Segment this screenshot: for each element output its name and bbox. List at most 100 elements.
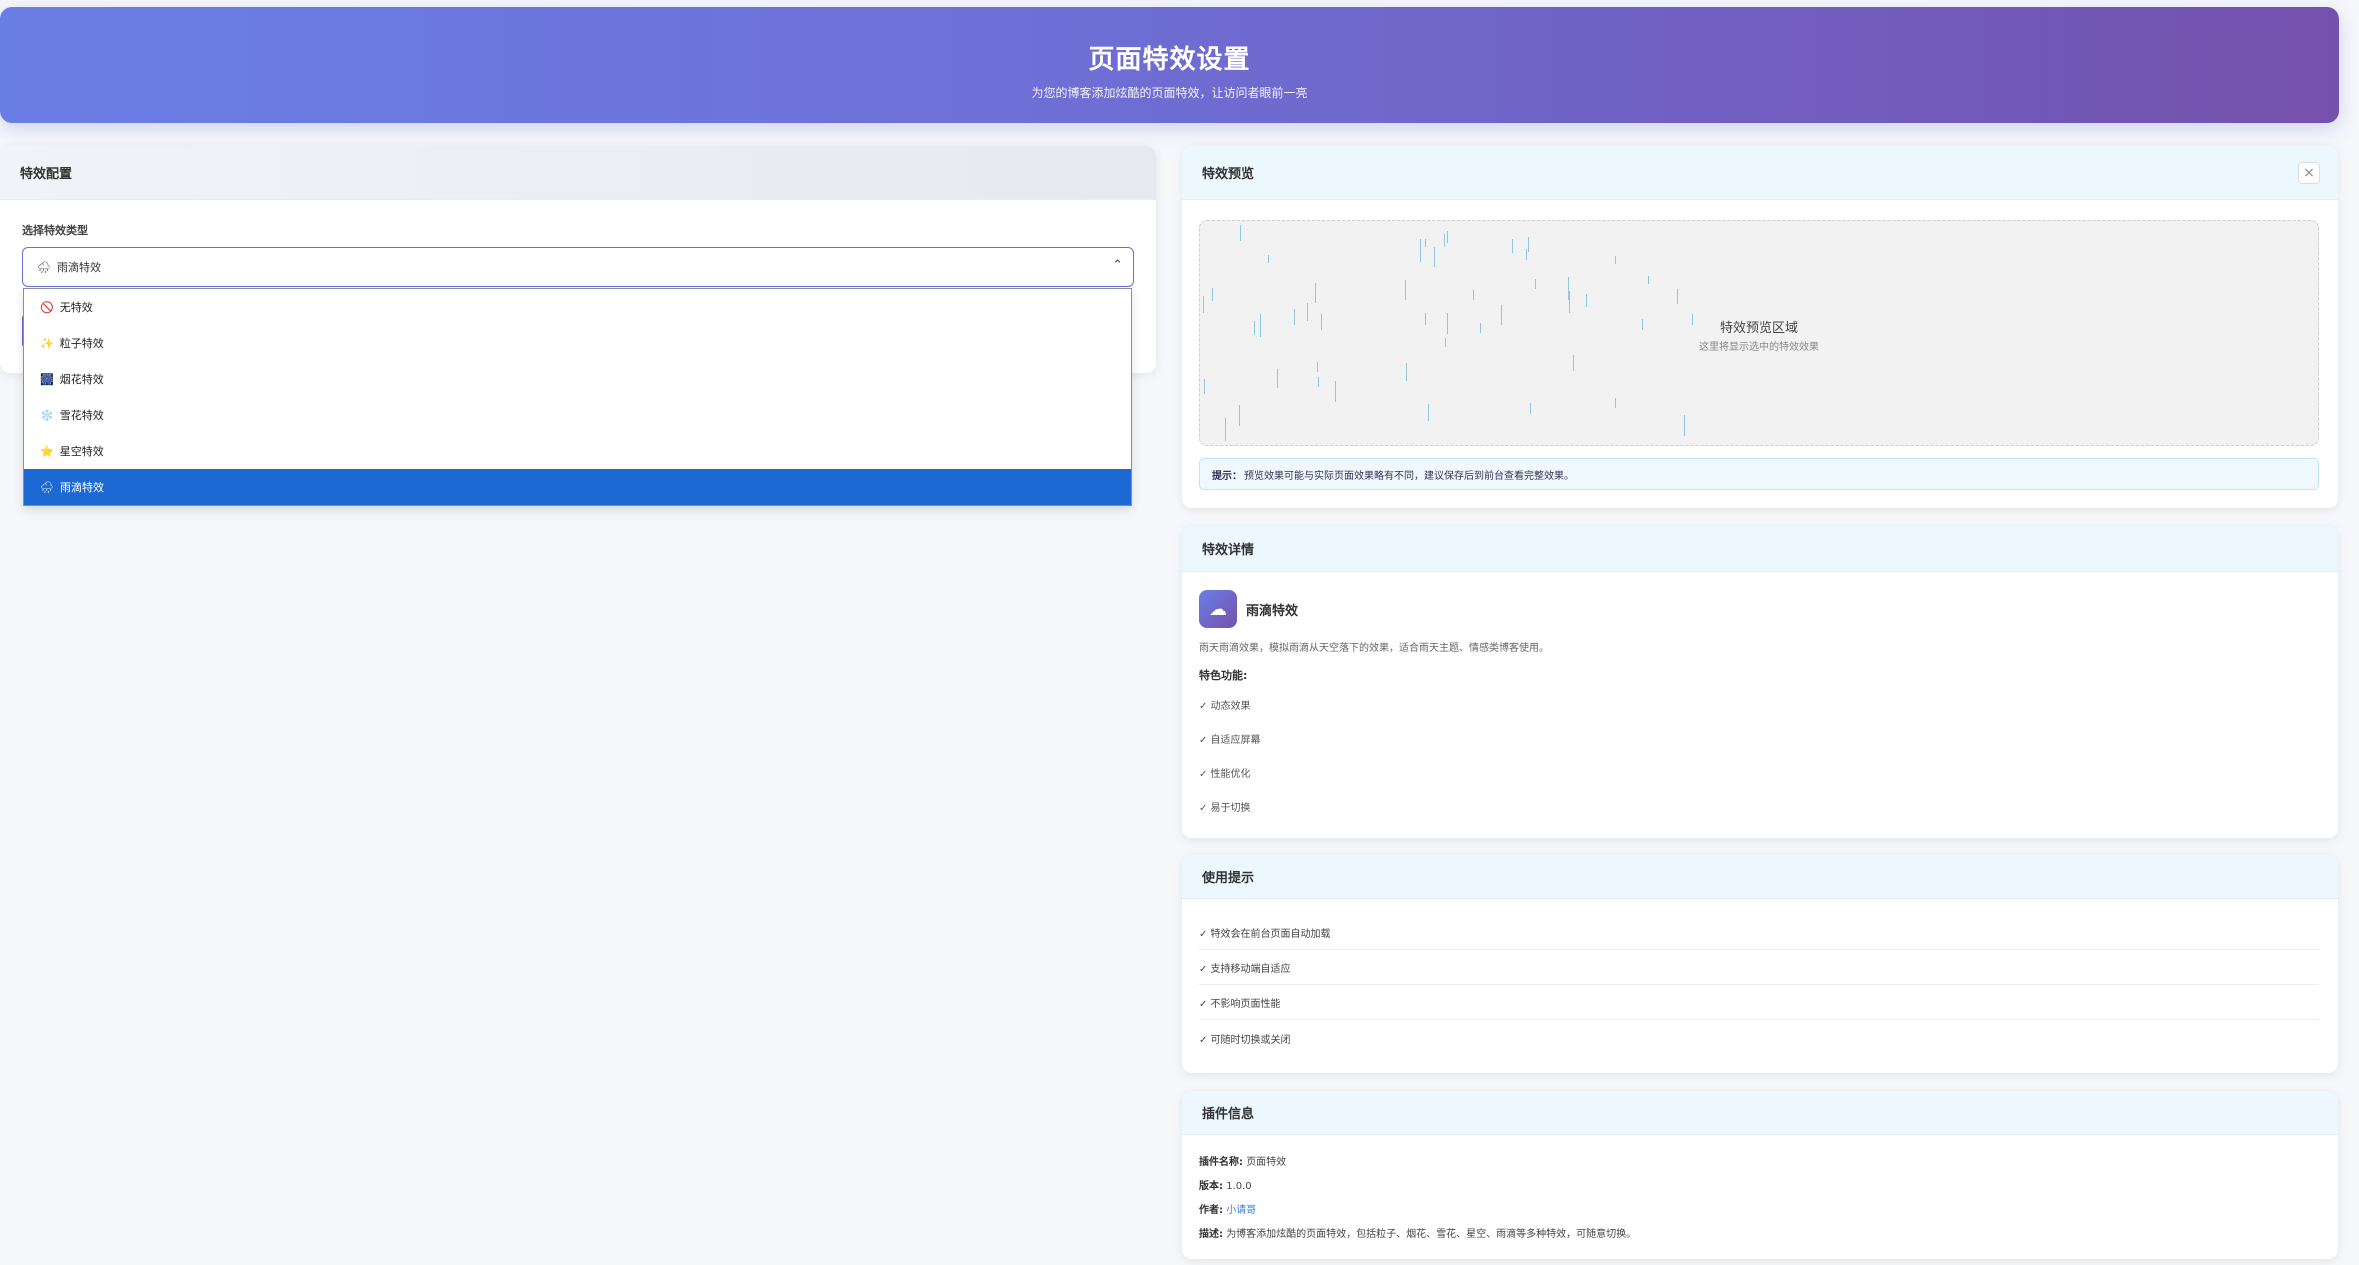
raindrop [1203, 296, 1204, 313]
page-subtitle: 为您的博客添加炫酷的页面特效，让访问者眼前一亮 [1031, 86, 1308, 100]
effect-type-label: 选择特效类型 [22, 224, 88, 237]
raindrop [1480, 323, 1481, 333]
raindrop [1677, 289, 1678, 304]
snowflake-icon: ❄️ [40, 408, 54, 422]
feature-item: ✓ 动态效果 [1199, 701, 1251, 712]
chevron-up-icon[interactable]: ⌃ [1112, 258, 1123, 273]
effect-type-select[interactable]: 🌧 雨滴特效 ⌃ [22, 247, 1134, 287]
tip-label: 提示： [1212, 470, 1242, 482]
raindrop [1428, 404, 1429, 421]
raindrop [1420, 239, 1421, 262]
raindrop [1512, 239, 1513, 253]
raindrop [1445, 338, 1446, 347]
raindrop [1212, 288, 1213, 301]
option-label: 雪花特效 [59, 409, 104, 422]
plugin-desc-value: 为博客添加炫酷的页面特效，包括粒子、烟花、雪花、星空、雨滴等多种特效，可随意切换… [1226, 1229, 1637, 1240]
raindrop [1321, 314, 1322, 330]
fireworks-icon: 🎆 [40, 372, 54, 386]
raindrop [1294, 309, 1295, 325]
raindrop [1277, 369, 1278, 388]
raindrop [1425, 313, 1426, 325]
raindrop [1528, 237, 1529, 252]
raindrop [1240, 225, 1241, 241]
cloud-icon: ☁ [1199, 590, 1237, 628]
raindrop [1444, 234, 1445, 247]
feature-item: ✓ 性能优化 [1199, 769, 1251, 780]
preview-area-title: 特效预览区域 [1719, 321, 1798, 336]
raindrop [1317, 362, 1318, 372]
plugin-info-title: 插件信息 [1182, 1091, 2338, 1135]
raindrop [1406, 363, 1407, 381]
tip-text: 预览效果可能与实际页面效果略有不同，建议保存后到前台查看完整效果。 [1244, 470, 1574, 482]
raindrop [1405, 280, 1406, 300]
raindrop [1615, 398, 1616, 408]
usage-tip-item: ✓ 支持移动端自适应 [1199, 951, 2319, 985]
star-icon: ⭐ [40, 444, 54, 458]
option-none[interactable]: 🚫 无特效 [24, 289, 1131, 325]
usage-tip-item: ✓ 可随时切换或关闭 [1199, 1034, 1291, 1046]
raindrop [1268, 255, 1269, 263]
plugin-name-row: 插件名称: 页面特效 [1199, 1153, 1286, 1168]
plugin-author-link[interactable]: 小请哥 [1226, 1205, 1256, 1216]
option-snow[interactable]: ❄️ 雪花特效 [24, 397, 1131, 433]
details-card-title: 特效详情 [1182, 526, 2338, 572]
effect-type-selected-value: 雨滴特效 [56, 261, 101, 274]
raindrop [1204, 379, 1205, 394]
option-fireworks[interactable]: 🎆 烟花特效 [24, 361, 1131, 397]
raindrop [1535, 279, 1536, 289]
raindrop [1526, 249, 1527, 260]
preview-card: 特效预览 × 特效预览区域 这里将显示选中的特效效果 提示： 预览效果可能与实际… [1182, 146, 2338, 508]
page-title: 页面特效设置 [1088, 45, 1251, 75]
plugin-version-row: 版本: 1.0.0 [1199, 1177, 1252, 1192]
raindrop [1586, 294, 1587, 307]
config-card-title: 特效配置 [0, 146, 1156, 200]
preview-area-subtitle: 这里将显示选中的特效效果 [1699, 342, 1819, 353]
usage-tips-title: 使用提示 [1182, 855, 2338, 899]
preview-area: 特效预览区域 这里将显示选中的特效效果 [1199, 220, 2319, 446]
none-icon: 🚫 [40, 300, 54, 314]
option-rain[interactable]: 🌧 雨滴特效 [24, 469, 1131, 505]
option-starry[interactable]: ⭐ 星空特效 [24, 433, 1131, 469]
raindrop [1692, 314, 1693, 325]
raindrop [1335, 381, 1336, 402]
raindrop [1473, 290, 1474, 300]
feature-item: ✓ 自适应屏幕 [1199, 735, 1261, 746]
raindrop [1530, 403, 1531, 414]
plugin-author-row: 作者: 小请哥 [1199, 1201, 1256, 1216]
close-icon[interactable]: × [2298, 162, 2320, 184]
plugin-info-card: 插件信息 插件名称: 页面特效 版本: 1.0.0 作者: 小请哥 描述: 为博… [1182, 1091, 2338, 1259]
usage-tip-item: ✓ 特效会在前台页面自动加载 [1199, 916, 2319, 950]
sparkles-icon: ✨ [40, 336, 54, 350]
raindrop [1684, 415, 1685, 436]
raindrop [1447, 313, 1448, 334]
feature-item: ✓ 易于切换 [1199, 803, 1251, 814]
raindrop [1501, 305, 1502, 325]
raindrop [1425, 239, 1426, 247]
raindrop [1642, 319, 1643, 330]
plugin-desc-label: 描述: [1199, 1229, 1223, 1240]
features-label: 特色功能: [1199, 669, 1248, 682]
raindrop [1447, 231, 1448, 243]
raindrop [1239, 415, 1240, 426]
effect-name: 雨滴特效 [1246, 604, 1299, 619]
usage-tip-item: ✓ 不影响页面性能 [1199, 986, 2319, 1020]
raindrop [1615, 256, 1616, 264]
option-label: 星空特效 [59, 445, 104, 458]
plugin-version-label: 版本: [1199, 1181, 1223, 1192]
raindrop [1254, 321, 1255, 335]
effect-type-dropdown: 🚫 无特效 ✨ 粒子特效 🎆 烟花特效 ❄️ 雪花特效 ⭐ 星空特效 🌧 雨滴特… [23, 288, 1132, 506]
option-particles[interactable]: ✨ 粒子特效 [24, 325, 1131, 361]
raindrop [1307, 303, 1308, 321]
effect-description: 雨天雨滴效果，模拟雨滴从天空落下的效果，适合雨天主题、情感类博客使用。 [1199, 643, 1549, 654]
option-label: 雨滴特效 [59, 481, 104, 494]
plugin-version-value: 1.0.0 [1226, 1181, 1252, 1192]
option-label: 粒子特效 [59, 337, 104, 350]
preview-tip: 提示： 预览效果可能与实际页面效果略有不同，建议保存后到前台查看完整效果。 [1199, 458, 2319, 490]
raindrop [1573, 355, 1574, 371]
raindrop [1260, 314, 1261, 337]
raindrop [1569, 291, 1570, 313]
rain-icon: 🌧 [40, 480, 54, 494]
raindrop [1315, 283, 1316, 303]
option-label: 无特效 [59, 301, 93, 314]
page-header: 页面特效设置 为您的博客添加炫酷的页面特效，让访问者眼前一亮 [0, 7, 2339, 123]
